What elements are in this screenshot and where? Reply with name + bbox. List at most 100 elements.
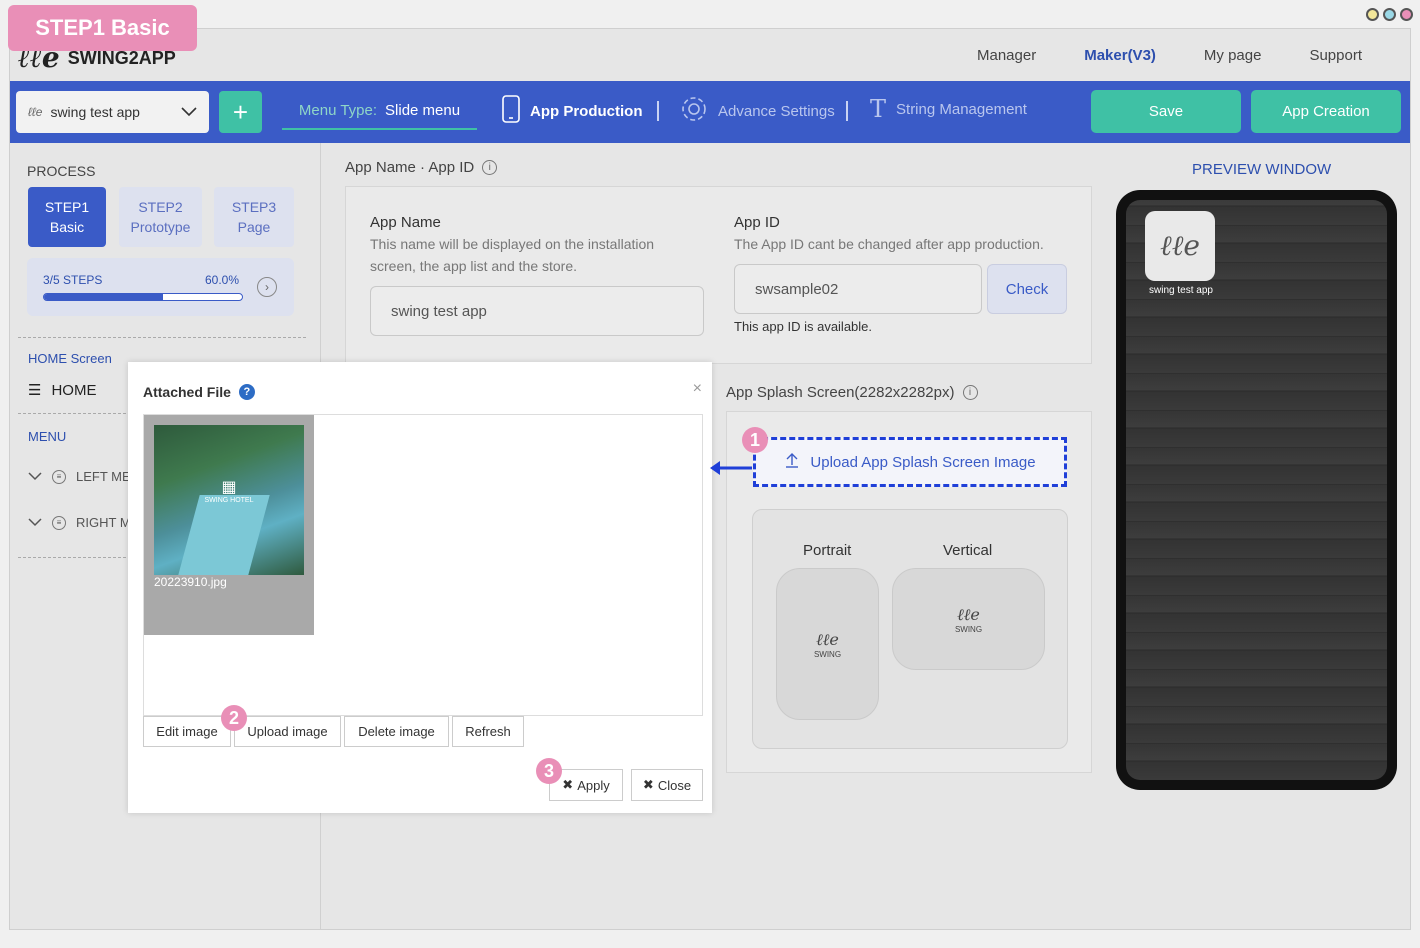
- step-line1: STEP2: [138, 199, 183, 215]
- close-icon[interactable]: ×: [693, 380, 702, 398]
- refresh-button[interactable]: Refresh: [452, 716, 524, 747]
- app-name-card: App Name This name will be displayed on …: [345, 186, 1092, 364]
- window-dot-blue[interactable]: [1383, 8, 1396, 21]
- list-circle-icon: ≡: [52, 469, 66, 484]
- attached-file-modal: Attached File ? × ▦ SWING HOTEL 20223910.…: [128, 362, 712, 813]
- tab-label: String Management: [896, 100, 1027, 118]
- window-dot-yellow[interactable]: [1366, 8, 1379, 21]
- vertical-label: Vertical: [943, 542, 993, 559]
- app-id-label: App ID: [734, 214, 780, 231]
- app-name-input[interactable]: swing test app: [370, 286, 704, 336]
- modal-title: Attached File ?: [143, 384, 255, 400]
- menu-type-selector[interactable]: Menu Type: Slide menu: [282, 92, 477, 130]
- app-select-value: swing test app: [50, 104, 140, 120]
- step2-button[interactable]: STEP2 Prototype: [119, 187, 202, 247]
- vertical-splash-preview[interactable]: ℓℓe SWING: [892, 568, 1045, 670]
- info-icon[interactable]: i: [962, 385, 978, 400]
- delete-image-button[interactable]: Delete image: [344, 716, 449, 747]
- chevron-down-icon: [28, 515, 42, 530]
- file-thumbnail-item[interactable]: ▦ SWING HOTEL 20223910.jpg: [144, 415, 314, 635]
- nav-maker[interactable]: Maker(V3): [1084, 47, 1156, 64]
- section-title-text: App Splash Screen(2282x2282px): [726, 384, 955, 401]
- step-line1: STEP1: [44, 199, 90, 215]
- chevron-right-icon[interactable]: ›: [257, 277, 277, 297]
- app-icon[interactable]: ℓℓe: [1145, 211, 1215, 281]
- add-app-button[interactable]: +: [219, 91, 262, 133]
- top-header: ℓℓe SWING2APP Manager Maker(V3) My page …: [10, 29, 1410, 81]
- step-line1: STEP3: [231, 199, 277, 215]
- window-controls: [1366, 8, 1413, 21]
- sidebar-item-label: HOME: [51, 381, 97, 399]
- app-id-desc: The App ID cant be changed after app pro…: [734, 236, 1044, 252]
- close-button[interactable]: ✖ Close: [631, 769, 703, 801]
- thumb-text: SWING HOTEL: [204, 497, 254, 504]
- process-label: PROCESS: [27, 163, 96, 179]
- file-list-area: ▦ SWING HOTEL 20223910.jpg: [143, 414, 703, 716]
- x-icon: ✖: [642, 777, 654, 792]
- progress-steps: 3/5 STEPS: [43, 273, 103, 287]
- progress-percent: 60.0%: [205, 273, 240, 287]
- list-circle-icon: ≡: [52, 515, 66, 530]
- nav-support[interactable]: Support: [1309, 47, 1362, 64]
- tab-divider: [657, 101, 659, 121]
- edit-image-button[interactable]: Edit image: [143, 716, 231, 747]
- file-name: 20223910.jpg: [154, 575, 227, 589]
- progress-fill: [44, 294, 163, 300]
- portrait-splash-preview[interactable]: ℓℓe SWING: [776, 568, 879, 720]
- progress-bar: [43, 293, 243, 301]
- building-icon: ▦: [221, 479, 237, 496]
- swing-logo-icon: ℓℓe: [816, 629, 839, 649]
- callout-3: 3: [536, 758, 562, 784]
- app-name-section-title: App Name · App ID i: [345, 159, 498, 176]
- splash-brand: SWING: [813, 649, 842, 659]
- info-icon[interactable]: i: [482, 160, 498, 175]
- hotel-image: ▦ SWING HOTEL: [154, 425, 304, 575]
- step3-button[interactable]: STEP3 Page: [214, 187, 294, 247]
- app-creation-button[interactable]: App Creation: [1251, 90, 1401, 133]
- menu-label: MENU: [28, 429, 67, 444]
- tab-label: App Production: [530, 102, 643, 120]
- upload-splash-label: Upload App Splash Screen Image: [810, 453, 1036, 471]
- menu-type-value: Slide menu: [385, 101, 461, 119]
- nav-my-page[interactable]: My page: [1204, 47, 1262, 64]
- app-id-input[interactable]: swsample02: [734, 264, 982, 314]
- step-line2: Page: [237, 219, 271, 235]
- gear-icon: [680, 95, 708, 127]
- home-screen-label: HOME Screen: [28, 351, 112, 366]
- modal-title-text: Attached File: [143, 384, 231, 400]
- sidebar-item-home[interactable]: ☰ HOME: [28, 381, 97, 400]
- close-label: Close: [657, 777, 692, 793]
- callout-1: 1: [742, 427, 768, 453]
- upload-icon: [784, 452, 800, 472]
- splash-brand: SWING: [954, 624, 983, 634]
- step1-button[interactable]: STEP1 Basic: [28, 187, 106, 247]
- step-line2: Prototype: [130, 219, 191, 235]
- chevron-down-icon: [28, 469, 42, 484]
- save-button[interactable]: Save: [1091, 90, 1241, 133]
- tab-string-management[interactable]: T String Management: [870, 95, 1027, 123]
- splash-section-title: App Splash Screen(2282x2282px) i: [726, 384, 978, 401]
- chevron-down-icon: [181, 104, 197, 120]
- upload-splash-button[interactable]: Upload App Splash Screen Image: [753, 437, 1067, 487]
- help-icon[interactable]: ?: [238, 384, 255, 400]
- upload-image-button[interactable]: Upload image: [234, 716, 341, 747]
- top-nav: Manager Maker(V3) My page Support: [977, 47, 1362, 64]
- splash-preview-card: Portrait Vertical ℓℓe SWING ℓℓe SWING: [752, 509, 1068, 749]
- app-select-dropdown[interactable]: ℓℓe swing test app: [16, 91, 209, 133]
- progress-box: 3/5 STEPS 60.0% ›: [27, 258, 294, 316]
- menu-type-label: Menu Type:: [298, 101, 378, 119]
- callout-2: 2: [221, 705, 247, 731]
- nav-manager[interactable]: Manager: [977, 47, 1036, 64]
- phone-icon: [502, 95, 520, 127]
- portrait-label: Portrait: [803, 542, 852, 559]
- step-line2: Basic: [49, 219, 85, 235]
- tab-advance-settings[interactable]: Advance Settings: [680, 95, 835, 127]
- tab-app-production[interactable]: App Production: [502, 95, 643, 127]
- swing-logo-icon: ℓℓe: [957, 604, 980, 624]
- window-dot-pink[interactable]: [1400, 8, 1413, 21]
- section-title-text: App Name · App ID: [345, 159, 475, 176]
- check-button[interactable]: Check: [987, 264, 1067, 314]
- text-t-icon: T: [870, 95, 887, 123]
- app-id-available-text: This app ID is available.: [734, 319, 873, 334]
- phone-preview: ℓℓe swing test app: [1116, 190, 1397, 790]
